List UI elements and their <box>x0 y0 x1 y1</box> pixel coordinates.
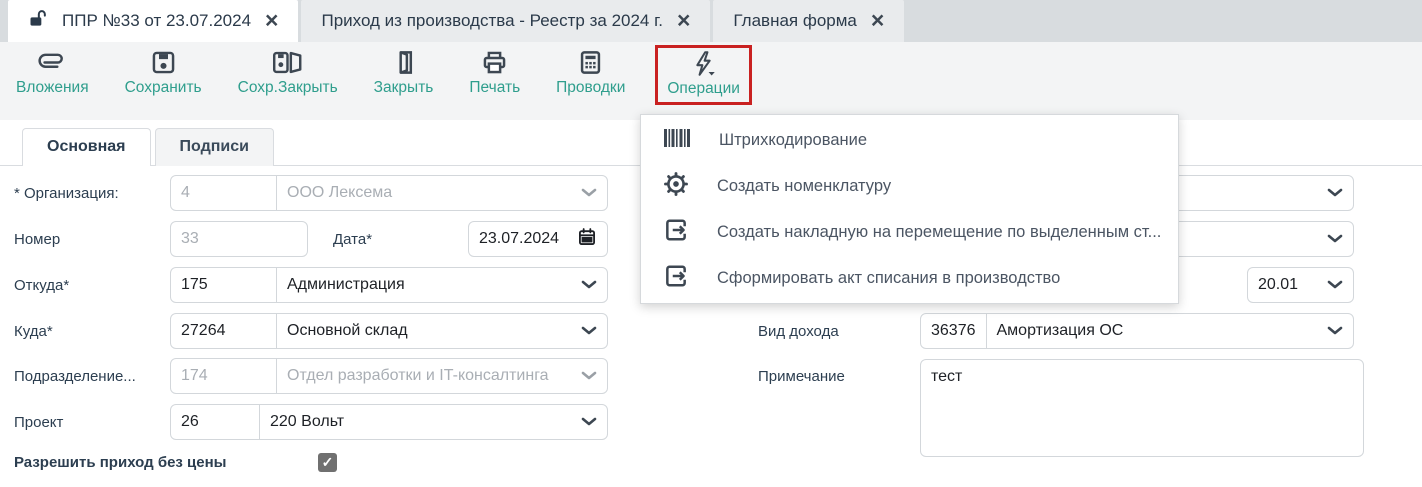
transfer-icon <box>663 217 689 248</box>
chevron-down-icon[interactable] <box>581 371 607 381</box>
number-field[interactable]: 33 <box>170 221 308 257</box>
toolbar: Вложения Сохранить Сохр.Закрыть Закрыть … <box>0 42 1422 120</box>
app-window: ППР №33 от 23.07.2024 × Приход из произв… <box>0 0 1422 487</box>
barcode-icon <box>663 127 691 154</box>
date-label: Дата* <box>333 230 373 248</box>
window-tab-label: ППР №33 от 23.07.2024 <box>62 11 252 30</box>
save-label: Сохранить <box>124 79 202 96</box>
window-tab-document[interactable]: ППР №33 от 23.07.2024 × <box>8 0 299 42</box>
menu-item-label: Сформировать акт списания в производство <box>717 268 1061 287</box>
chevron-down-icon[interactable] <box>1327 188 1353 198</box>
from-code[interactable]: 175 <box>171 268 277 302</box>
door-icon <box>390 49 417 76</box>
to-code[interactable]: 27264 <box>171 314 277 348</box>
calculator-icon <box>577 49 604 76</box>
menu-item-create-nomenclature[interactable]: Создать номенклатуру <box>641 163 1178 209</box>
tab-main[interactable]: Основная <box>22 128 151 166</box>
department-label: Подразделение... <box>14 367 136 385</box>
operations-button[interactable]: Операции <box>667 50 740 98</box>
print-button[interactable]: Печать <box>469 49 520 97</box>
tab-signatures[interactable]: Подписи <box>154 128 274 166</box>
income-type-name[interactable]: Амортизация ОС <box>987 322 1328 340</box>
to-field[interactable]: 27264 Основной склад <box>170 313 608 349</box>
chevron-down-icon[interactable] <box>581 326 607 336</box>
income-type-label: Вид дохода <box>758 322 839 340</box>
organization-code[interactable]: 4 <box>171 176 277 210</box>
postings-button[interactable]: Проводки <box>556 49 625 97</box>
department-field[interactable]: 174 Отдел разработки и IT-консалтинга <box>170 358 608 394</box>
income-type-field[interactable]: 36376 Амортизация ОС <box>920 313 1354 349</box>
allow-no-price-checkbox[interactable]: ✓ <box>318 453 337 472</box>
window-tab-label: Приход из производства - Реестр за 2024 … <box>321 11 663 30</box>
menu-item-create-transfer-invoice[interactable]: Создать накладную на перемещение по выде… <box>641 209 1178 255</box>
unlock-icon <box>28 9 48 34</box>
from-field[interactable]: 175 Администрация <box>170 267 608 303</box>
chevron-down-icon[interactable] <box>1327 234 1353 244</box>
date-field[interactable]: 23.07.2024 <box>468 221 608 257</box>
chevron-down-icon[interactable] <box>581 417 607 427</box>
number-label: Номер <box>14 230 61 248</box>
operations-highlight-box: Операции <box>655 45 752 105</box>
close-icon[interactable]: × <box>265 8 278 32</box>
allow-no-price-label: Разрешить приход без цены <box>14 453 227 471</box>
window-tab-label: Главная форма <box>733 11 857 30</box>
menu-item-create-writeoff-act[interactable]: Сформировать акт списания в производство <box>641 255 1178 301</box>
chevron-down-icon[interactable] <box>1327 326 1353 336</box>
to-label: Куда* <box>14 322 53 340</box>
to-name[interactable]: Основной склад <box>277 322 581 340</box>
date-value[interactable]: 23.07.2024 <box>479 230 559 248</box>
lightning-icon <box>690 50 717 77</box>
close-icon[interactable]: × <box>871 8 884 32</box>
gear-icon <box>663 171 689 202</box>
income-type-code[interactable]: 36376 <box>921 314 987 348</box>
calendar-icon[interactable] <box>577 227 597 252</box>
chevron-down-icon[interactable] <box>1327 280 1343 290</box>
save-icon <box>150 49 177 76</box>
department-code[interactable]: 174 <box>171 359 277 393</box>
project-name[interactable]: 220 Вольт <box>260 413 581 431</box>
save-button[interactable]: Сохранить <box>125 49 202 97</box>
organization-name[interactable]: ООО Лексема <box>277 184 581 202</box>
project-code[interactable]: 26 <box>171 405 260 439</box>
department-name[interactable]: Отдел разработки и IT-консалтинга <box>277 367 581 385</box>
print-label: Печать <box>469 79 521 96</box>
close-label: Закрыть <box>373 79 434 96</box>
project-label: Проект <box>14 413 64 431</box>
window-tab-registry[interactable]: Приход из производства - Реестр за 2024 … <box>301 0 711 42</box>
from-name[interactable]: Администрация <box>277 276 581 294</box>
account-value[interactable]: 20.01 <box>1258 276 1298 294</box>
paperclip-icon <box>36 49 68 76</box>
close-form-button[interactable]: Закрыть <box>373 49 434 97</box>
save-close-icon <box>272 49 303 76</box>
account-dropdown[interactable]: 20.01 <box>1247 267 1354 303</box>
note-label: Примечание <box>758 367 845 385</box>
save-close-button[interactable]: Сохр.Закрыть <box>238 49 338 97</box>
project-field[interactable]: 26 220 Вольт <box>170 404 608 440</box>
operations-menu: Штрихкодирование Создать номенклатуру Со… <box>640 114 1179 304</box>
menu-item-label: Штрихкодирование <box>719 130 868 149</box>
save-close-label: Сохр.Закрыть <box>237 79 338 96</box>
window-tab-bar: ППР №33 от 23.07.2024 × Приход из произв… <box>0 0 1422 42</box>
printer-icon <box>481 49 508 76</box>
transfer-icon <box>663 263 689 294</box>
postings-label: Проводки <box>556 79 626 96</box>
note-textarea[interactable]: тест <box>920 359 1364 457</box>
operations-label: Операции <box>667 80 740 97</box>
chevron-down-icon[interactable] <box>581 280 607 290</box>
organization-label: * Организация: <box>14 184 119 202</box>
attachments-label: Вложения <box>16 79 89 96</box>
close-icon[interactable]: × <box>677 8 690 32</box>
menu-item-label: Создать накладную на перемещение по выде… <box>717 222 1162 241</box>
window-tab-main-form[interactable]: Главная форма × <box>713 0 905 42</box>
menu-item-barcoding[interactable]: Штрихкодирование <box>641 117 1178 163</box>
from-label: Откуда* <box>14 276 70 294</box>
chevron-down-icon[interactable] <box>581 188 607 198</box>
organization-field[interactable]: 4 ООО Лексема <box>170 175 608 211</box>
menu-item-label: Создать номенклатуру <box>717 176 892 195</box>
attachments-button[interactable]: Вложения <box>16 49 89 97</box>
